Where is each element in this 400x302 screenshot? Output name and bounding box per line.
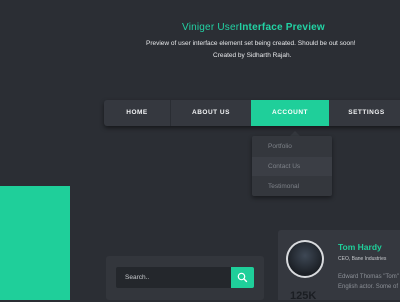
nav-item-about-us[interactable]: ABOUT US (171, 100, 251, 126)
profile-name: Tom Hardy (338, 242, 382, 252)
title-bold: Interface Preview (239, 22, 325, 33)
nav-item-home[interactable]: HOME (104, 100, 171, 126)
nav-item-settings[interactable]: SETTINGS (329, 100, 400, 126)
preview-credit: Created by Sidharth Rajah. (213, 52, 292, 59)
avatar (286, 240, 324, 278)
dropdown-item-testimonal[interactable]: Testimonal (252, 177, 332, 196)
profile-bio-line2: English actor. Some of his most (338, 284, 400, 290)
accent-color-block (0, 186, 70, 300)
search-input[interactable] (116, 267, 231, 288)
preview-subtitle: Preview of user interface element set be… (146, 40, 356, 47)
profile-bio-line1: Edward Thomas "Tom" Hardy is an (338, 274, 400, 280)
main-nav-bar: HOME ABOUT US ACCOUNT SETTINGS (104, 100, 400, 126)
avatar-photo (288, 242, 322, 276)
dropdown-item-contact-us[interactable]: Contact Us (252, 157, 332, 176)
title-prefix: Viniger User (182, 22, 240, 33)
nav-item-account[interactable]: ACCOUNT (251, 100, 329, 126)
search-button[interactable] (231, 267, 254, 288)
preview-title: Viniger UserInterface Preview (182, 22, 325, 33)
account-dropdown-menu: Portfolio Contact Us Testimonal (252, 136, 332, 196)
profile-stat: 125K (290, 290, 317, 302)
profile-role: CEO, Bane Industries (338, 256, 387, 262)
search-icon (237, 272, 248, 283)
dropdown-item-portfolio[interactable]: Portfolio (252, 137, 332, 156)
